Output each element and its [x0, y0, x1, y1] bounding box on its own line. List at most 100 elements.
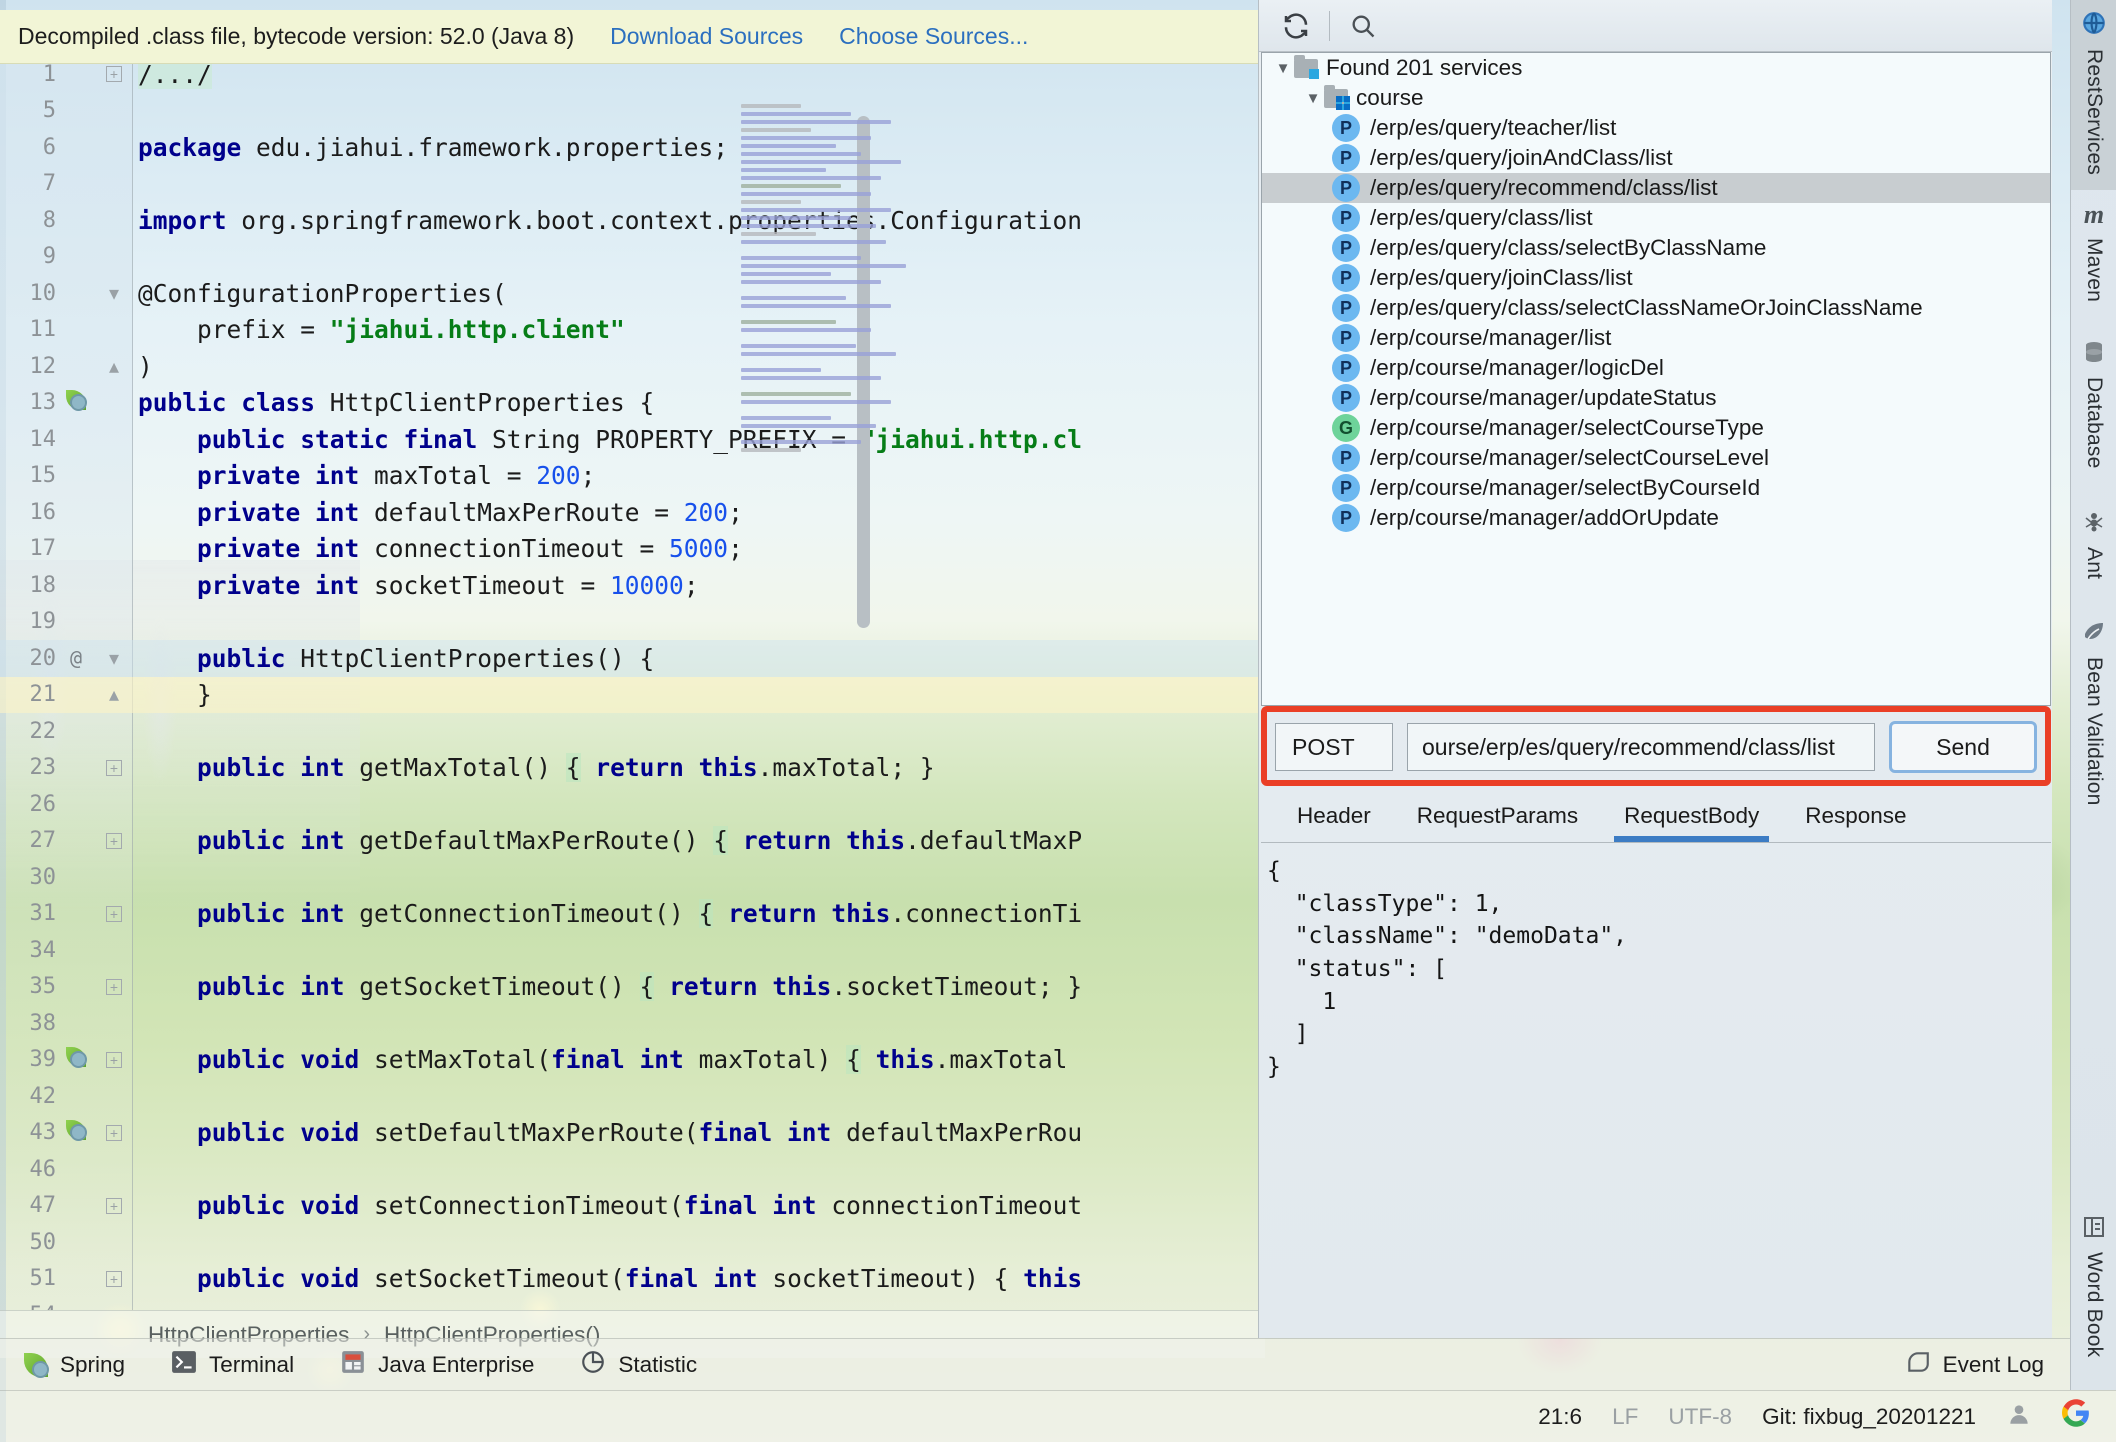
status-bar[interactable]: 21:6 LF UTF-8 Git: fixbug_20201221 [0, 1390, 2116, 1442]
code-line[interactable]: 21 ▴ } [0, 676, 1265, 713]
event-log-button[interactable]: Event Log [1905, 1349, 2044, 1381]
code-line[interactable]: 6 package edu.jiahui.framework.properties… [0, 129, 1265, 166]
fold-toggle-icon[interactable]: ▴ [96, 354, 132, 379]
code-line[interactable]: 38 [0, 1005, 1265, 1042]
code-line[interactable]: 1 +/.../ [0, 64, 1265, 93]
code-line[interactable]: 30 [0, 859, 1265, 896]
bottom-item-java-enterprise[interactable]: Java Enterprise [340, 1350, 534, 1380]
code-text[interactable]: public int getMaxTotal() { return this.m… [132, 753, 935, 783]
code-text[interactable]: public class HttpClientProperties { [132, 388, 654, 417]
fold-toggle-icon[interactable]: ▾ [96, 281, 132, 306]
request-tab-response[interactable]: Response [1787, 790, 1924, 842]
fold-toggle-icon[interactable]: + [96, 1123, 132, 1143]
code-line[interactable]: 8 import org.springframework.boot.context… [0, 202, 1265, 239]
send-button[interactable]: Send [1889, 721, 2037, 773]
caret-position[interactable]: 21:6 [1538, 1404, 1582, 1430]
service-tree-item[interactable]: P/erp/course/manager/selectCourseLevel [1262, 443, 2050, 473]
fold-toggle-icon[interactable]: + [96, 977, 132, 997]
code-line[interactable]: 7 [0, 166, 1265, 203]
fold-toggle-icon[interactable]: + [96, 758, 132, 778]
service-tree-item[interactable]: P/erp/course/manager/list [1262, 323, 2050, 353]
request-tab-header[interactable]: Header [1279, 790, 1389, 842]
code-text[interactable]: public void setDefaultMaxPerRoute(final … [132, 1118, 1082, 1147]
code-line[interactable]: 17 private int connectionTimeout = 5000; [0, 531, 1265, 568]
request-tab-requestparams[interactable]: RequestParams [1399, 790, 1596, 842]
request-tabs[interactable]: Header RequestParams RequestBody Response [1261, 790, 2051, 842]
service-tree-item[interactable]: P/erp/es/query/class/selectByClassName [1262, 233, 2050, 263]
fold-toggle-icon[interactable]: + [96, 64, 132, 84]
code-line[interactable]: 42 [0, 1078, 1265, 1115]
code-text[interactable]: prefix = "jiahui.http.client" [132, 315, 625, 344]
http-method-select[interactable]: POST [1275, 723, 1393, 771]
services-tree[interactable]: ▼ Found 201 services ▼ course P/erp/es/q… [1261, 52, 2051, 706]
code-text[interactable]: private int socketTimeout = 10000; [132, 571, 699, 600]
service-tree-item[interactable]: P/erp/course/manager/selectByCourseId [1262, 473, 2050, 503]
bottom-tool-bar[interactable]: Spring Terminal Java Enterprise Statisti… [0, 1338, 2070, 1390]
code-line[interactable]: 20 @ ▾ public HttpClientProperties() { [0, 640, 1265, 677]
choose-sources-link[interactable]: Choose Sources... [839, 23, 1028, 50]
code-line[interactable]: 51 + public void setSocketTimeout(final i… [0, 1261, 1265, 1298]
code-text[interactable]: ) [132, 352, 153, 381]
service-tree-item[interactable]: P/erp/es/query/joinAndClass/list [1262, 143, 2050, 173]
fold-toggle-icon[interactable]: ▾ [96, 646, 132, 671]
code-text[interactable]: private int connectionTimeout = 5000; [132, 534, 743, 563]
file-encoding[interactable]: UTF-8 [1668, 1404, 1732, 1430]
code-line[interactable]: 54 [0, 1297, 1265, 1310]
service-tree-item[interactable]: G/erp/course/manager/selectCourseType [1262, 413, 2050, 443]
code-line[interactable]: 43 + public void setDefaultMaxPerRoute(fi… [0, 1115, 1265, 1152]
code-line[interactable]: 14 public static final String PROPERTY_P… [0, 421, 1265, 458]
code-text[interactable]: public int getSocketTimeout() { return t… [132, 972, 1082, 1002]
code-line[interactable]: 46 [0, 1151, 1265, 1188]
code-line[interactable]: 18 private int socketTimeout = 10000; [0, 567, 1265, 604]
editor-minimap[interactable] [735, 104, 935, 554]
fold-toggle-icon[interactable]: + [96, 1269, 132, 1289]
code-text[interactable]: public int getDefaultMaxPerRoute() { ret… [132, 826, 1082, 856]
tool-window-tab-bean-validation[interactable]: Bean Validation [2071, 610, 2116, 830]
git-branch[interactable]: Git: fixbug_20201221 [1762, 1404, 1976, 1430]
code-line[interactable]: 50 [0, 1224, 1265, 1261]
google-g-icon[interactable] [2062, 1399, 2090, 1434]
chevron-down-icon[interactable]: ▼ [1272, 60, 1294, 77]
service-tree-item[interactable]: P/erp/es/query/teacher/list [1262, 113, 2050, 143]
code-line[interactable]: 15 private int maxTotal = 200; [0, 458, 1265, 495]
code-line[interactable]: 9 [0, 239, 1265, 276]
code-text[interactable]: } [132, 680, 212, 709]
code-line[interactable]: 34 [0, 932, 1265, 969]
user-avatar-icon[interactable] [2006, 1401, 2032, 1433]
bottom-item-terminal[interactable]: Terminal [171, 1350, 294, 1380]
fold-toggle-icon[interactable]: ▴ [96, 682, 132, 707]
code-text[interactable]: import org.springframework.boot.context.… [132, 206, 1082, 235]
request-bar-wrapper[interactable]: POST ourse/erp/es/query/recommend/class/… [1261, 706, 2051, 786]
request-body-editor[interactable]: { "classType": 1, "className": "demoData… [1261, 842, 2051, 1336]
code-text[interactable]: private int defaultMaxPerRoute = 200; [132, 498, 743, 527]
tool-window-tab-ant[interactable]: Ant [2071, 500, 2116, 610]
fold-toggle-icon[interactable]: + [96, 904, 132, 924]
search-icon[interactable] [1342, 6, 1384, 46]
tool-window-tab-restservices[interactable]: RestServices [2071, 0, 2116, 190]
request-bar[interactable]: POST ourse/erp/es/query/recommend/class/… [1275, 721, 2037, 773]
code-editor[interactable]: 1 +/.../5 6 package edu.jiahui.framework.pr… [0, 64, 1265, 1310]
code-line[interactable]: 19 [0, 604, 1265, 641]
code-text[interactable]: @ConfigurationProperties( [132, 279, 507, 308]
tool-window-tab-maven[interactable]: m Maven [2071, 190, 2116, 330]
tool-window-tab-database[interactable]: Database [2071, 330, 2116, 500]
fold-toggle-icon[interactable]: + [96, 1050, 132, 1070]
tree-items-container[interactable]: P/erp/es/query/teacher/list P/erp/es/quer… [1262, 113, 2050, 533]
code-line[interactable]: 35 + public int getSocketTimeout() { retu… [0, 969, 1265, 1006]
code-text[interactable]: public int getConnectionTimeout() { retu… [132, 899, 1082, 929]
request-url-input[interactable]: ourse/erp/es/query/recommend/class/list [1407, 723, 1875, 771]
code-line[interactable]: 22 [0, 713, 1265, 750]
rest-toolbar[interactable] [1259, 0, 2052, 52]
code-line[interactable]: 27 + public int getDefaultMaxPerRoute() {… [0, 823, 1265, 860]
service-tree-item[interactable]: P/erp/course/manager/logicDel [1262, 353, 2050, 383]
tree-group-node[interactable]: ▼ course [1262, 83, 2050, 113]
code-line[interactable]: 47 + public void setConnectionTimeout(fin… [0, 1188, 1265, 1225]
bottom-item-spring[interactable]: Spring [24, 1352, 125, 1378]
code-text[interactable]: package edu.jiahui.framework.properties; [132, 133, 728, 162]
code-line[interactable]: 11 prefix = "jiahui.http.client" [0, 312, 1265, 349]
code-line[interactable]: 31 + public int getConnectionTimeout() { … [0, 896, 1265, 933]
rest-services-tool-window[interactable]: ▼ Found 201 services ▼ course P/erp/es/q… [1258, 0, 2052, 1338]
code-text[interactable]: public void setConnectionTimeout(final i… [132, 1191, 1082, 1220]
service-tree-item[interactable]: P/erp/es/query/class/selectClassNameOrJo… [1262, 293, 2050, 323]
service-tree-item[interactable]: P/erp/es/query/recommend/class/list [1262, 173, 2050, 203]
